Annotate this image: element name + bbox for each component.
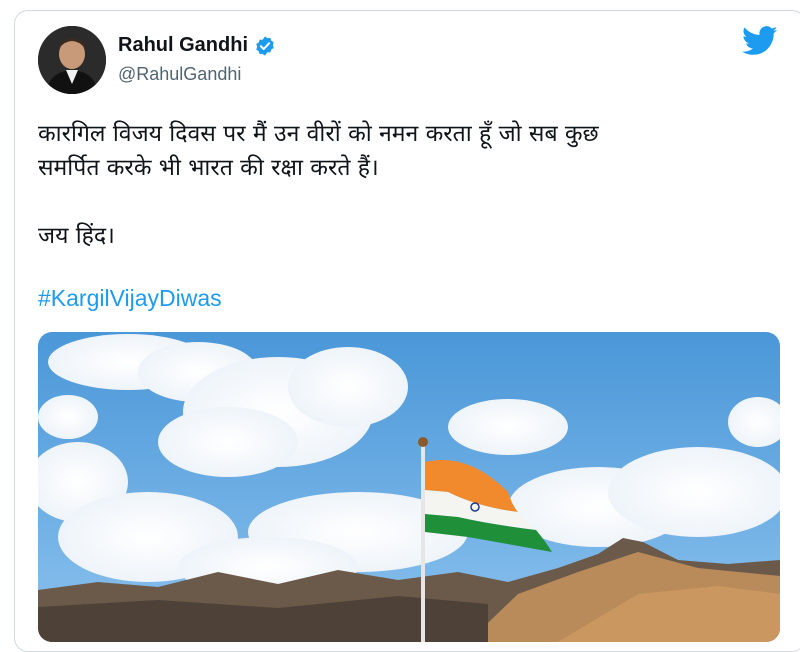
verified-badge-icon bbox=[254, 35, 276, 57]
user-handle[interactable]: @RahulGandhi bbox=[118, 64, 241, 85]
tweet-text-line-1: कारगिल विजय दिवस पर मैं उन वीरों को नमन … bbox=[38, 121, 599, 147]
display-name[interactable]: Rahul Gandhi bbox=[118, 34, 248, 57]
hashtag-link[interactable]: #KargilVijayDiwas bbox=[38, 285, 222, 312]
tweet-media-image[interactable] bbox=[38, 332, 780, 642]
tweet-text-line-2: समर्पित करके भी भारत की रक्षा करते हैं। bbox=[38, 155, 379, 181]
tweet-text-line-3: जय हिंद। bbox=[38, 223, 115, 249]
twitter-bird-icon[interactable] bbox=[742, 26, 778, 56]
avatar[interactable] bbox=[38, 26, 106, 94]
name-row: Rahul Gandhi bbox=[118, 34, 276, 57]
